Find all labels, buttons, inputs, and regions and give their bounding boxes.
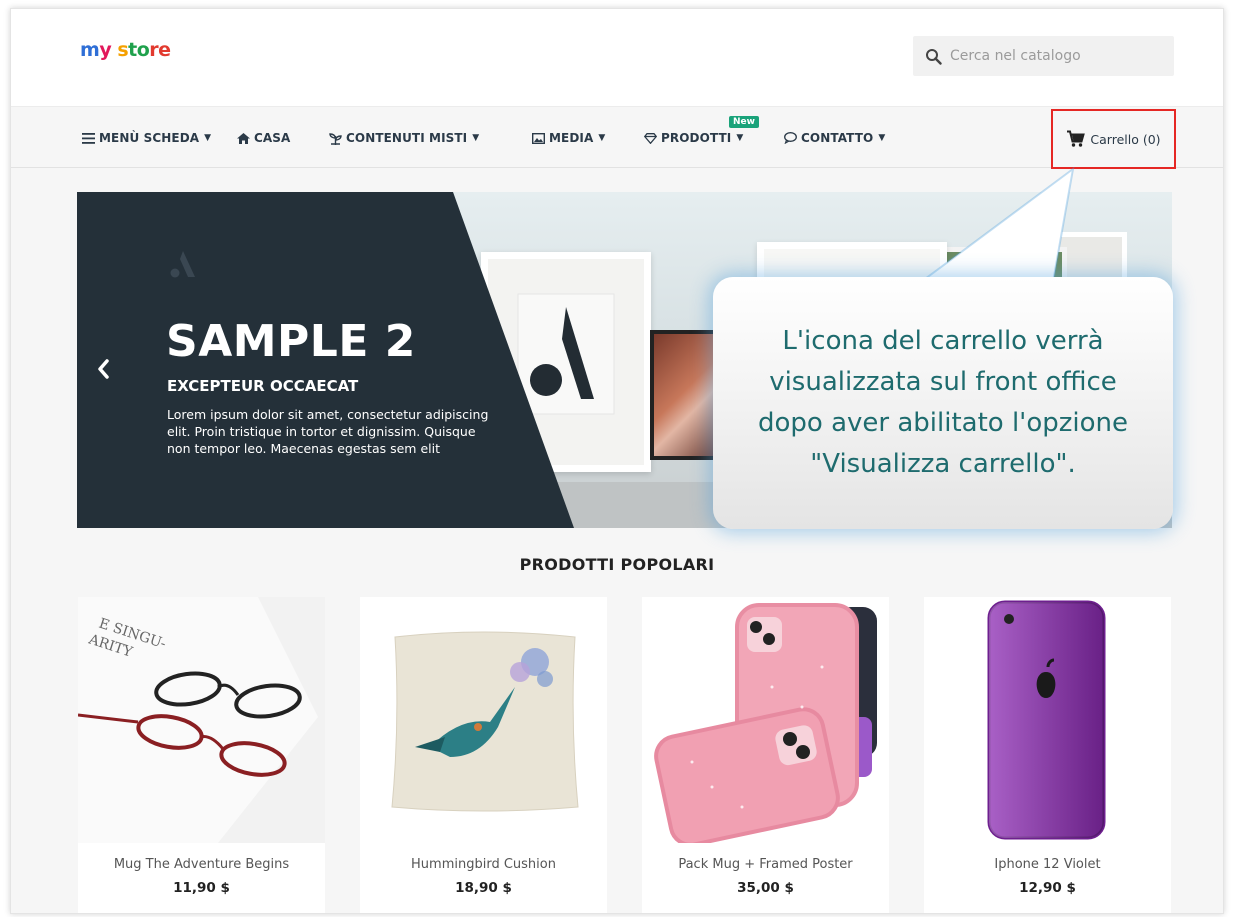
product-image-glasses[interactable]: E SINGU- ARITY <box>78 597 325 843</box>
chat-icon <box>784 132 797 144</box>
hamburger-icon <box>82 132 95 144</box>
caret-down-icon: ▼ <box>204 133 212 143</box>
product-card[interactable]: Pack Mug + Framed Poster 35,00 $ <box>642 597 889 913</box>
cart-label: Carrello (0) <box>1090 131 1161 147</box>
menu-item-label: CASA <box>254 131 291 145</box>
product-image-iphone[interactable] <box>924 597 1171 843</box>
slide-subtitle: EXCEPTEUR OCCAECAT <box>167 377 359 395</box>
caret-down-icon: ▼ <box>598 133 606 143</box>
cart-button[interactable]: Carrello (0) <box>1051 109 1176 169</box>
chevron-left-icon <box>98 359 109 379</box>
site-header: my store <box>11 9 1223 107</box>
product-price: 11,90 $ <box>173 880 230 896</box>
menu-item-label: CONTATTO <box>801 131 874 145</box>
slide-title: SAMPLE 2 <box>166 316 416 367</box>
search-icon[interactable] <box>925 48 942 65</box>
image-icon <box>532 132 545 144</box>
browser-page: my store MENÙ SCHEDA ▼ CASA CONTENUTI MI… <box>10 8 1224 914</box>
product-image-cushion[interactable] <box>360 597 607 843</box>
product-name[interactable]: Iphone 12 Violet <box>924 857 1171 872</box>
menu-item-label: MENÙ SCHEDA <box>99 131 200 145</box>
diamond-icon <box>644 132 657 144</box>
menu-item-label: MEDIA <box>549 131 594 145</box>
menu-item-contatto[interactable]: CONTATTO ▼ <box>784 108 885 168</box>
menu-item-menu-scheda[interactable]: MENÙ SCHEDA ▼ <box>82 108 211 168</box>
menu-item-label: CONTENUTI MISTI <box>346 131 468 145</box>
menu-item-label: PRODOTTI <box>661 131 732 145</box>
product-name[interactable]: Pack Mug + Framed Poster <box>642 857 889 872</box>
product-image-phone-case[interactable] <box>642 597 889 843</box>
caret-down-icon: ▼ <box>472 133 480 143</box>
caret-down-icon: ▼ <box>878 133 886 143</box>
menu-item-contenuti-misti[interactable]: CONTENUTI MISTI ▼ <box>329 108 479 168</box>
store-logo[interactable]: my store <box>80 39 171 61</box>
product-price: 35,00 $ <box>737 880 794 896</box>
menu-item-media[interactable]: MEDIA ▼ <box>532 108 605 168</box>
search-box <box>913 36 1174 76</box>
slide-description: Lorem ipsum dolor sit amet, consectetur … <box>167 407 489 456</box>
callout-text: L'icona del carrello verrà visualizzata … <box>758 326 1128 479</box>
popular-products-title: PRODOTTI POPOLARI <box>519 555 715 574</box>
main-menu: MENÙ SCHEDA ▼ CASA CONTENUTI MISTI ▼ MED… <box>11 108 1223 168</box>
plant-icon <box>329 132 342 145</box>
cart-info-callout: L'icona del carrello verrà visualizzata … <box>713 277 1173 529</box>
product-name[interactable]: Hummingbird Cushion <box>360 857 607 872</box>
caret-down-icon: ▼ <box>736 133 744 143</box>
product-card[interactable]: E SINGU- ARITY Mug The Adventure Begins … <box>78 597 325 913</box>
new-badge: New <box>729 116 759 128</box>
slider-prev-button[interactable] <box>91 352 115 386</box>
product-price: 18,90 $ <box>455 880 512 896</box>
product-card[interactable]: Hummingbird Cushion 18,90 $ <box>360 597 607 913</box>
menu-item-casa[interactable]: CASA <box>237 108 290 168</box>
search-input[interactable] <box>950 48 1150 64</box>
product-price: 12,90 $ <box>1019 880 1076 896</box>
cart-icon <box>1067 130 1086 147</box>
product-name[interactable]: Mug The Adventure Begins <box>78 857 325 872</box>
home-icon <box>237 132 250 144</box>
faint-logo-mark <box>167 249 197 287</box>
product-card[interactable]: Iphone 12 Violet 12,90 $ <box>924 597 1171 913</box>
